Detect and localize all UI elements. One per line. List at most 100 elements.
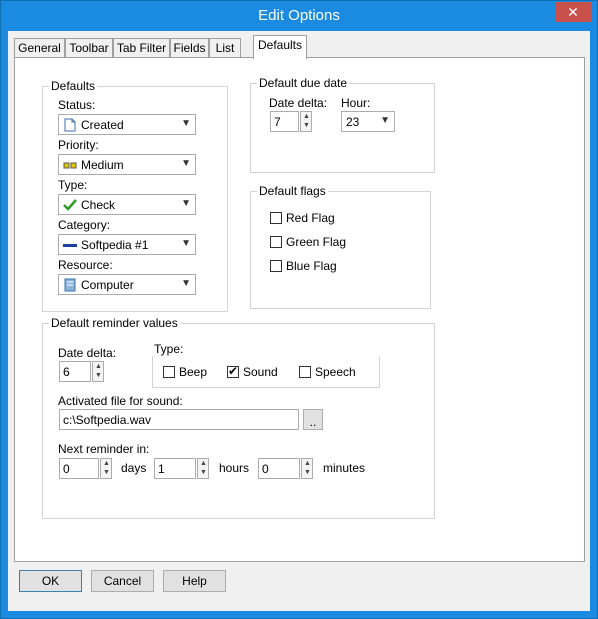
defaults-panel: Defaults Status: Created ▼ Priority: Med… — [14, 57, 585, 562]
chevron-down-icon: ▼ — [181, 118, 191, 129]
type-value: Check — [81, 198, 116, 212]
status-value: Created — [81, 118, 124, 132]
status-select[interactable]: Created ▼ — [58, 114, 196, 135]
hour-label: Hour: — [341, 96, 371, 110]
sound-checkbox[interactable]: ✔ — [227, 364, 239, 378]
document-icon — [64, 118, 76, 132]
dialog-client: General Toolbar Tab Filter Fields List D… — [8, 31, 590, 611]
due-date-group: Default due date Date delta: 7 ▲ ▼ Hour: … — [250, 76, 435, 173]
arrow-up-icon: ▲ — [95, 363, 102, 370]
checkmark-icon: ✔ — [228, 364, 239, 378]
arrow-down-icon: ▼ — [304, 469, 311, 476]
due-delta-value: 7 — [274, 115, 281, 129]
tab-list[interactable]: List — [209, 38, 241, 57]
dialog-window: Edit Options ✕ General Toolbar Tab Filte… — [0, 0, 598, 619]
hours-value: 1 — [158, 462, 165, 476]
arrow-down-icon: ▼ — [303, 122, 310, 129]
green-flag-label: Green Flag — [286, 235, 347, 249]
help-button[interactable]: Help — [163, 570, 226, 592]
category-value: Softpedia #1 — [81, 238, 149, 252]
minutes-spinner[interactable]: ▲ ▼ — [301, 458, 313, 479]
chevron-down-icon: ▼ — [380, 115, 390, 126]
arrow-up-icon: ▲ — [103, 460, 110, 467]
defaults-group: Defaults Status: Created ▼ Priority: Med… — [42, 79, 228, 312]
arrow-down-icon: ▼ — [200, 469, 207, 476]
close-button[interactable]: ✕ — [555, 2, 591, 22]
sound-file-value: c:\Softpedia.wav — [63, 413, 152, 427]
reminder-type-box: Beep ✔ Sound Speech — [152, 356, 380, 388]
beep-checkbox[interactable] — [163, 366, 175, 378]
chevron-down-icon: ▼ — [181, 278, 191, 289]
chevron-down-icon: ▼ — [181, 238, 191, 249]
days-spinner[interactable]: ▲ ▼ — [100, 458, 112, 479]
flags-group: Default flags Red Flag Green Flag Blue F… — [250, 184, 431, 309]
hours-label: hours — [219, 461, 250, 475]
minutes-input[interactable]: 0 — [258, 458, 300, 479]
green-flag-checkbox[interactable] — [270, 236, 282, 248]
arrow-down-icon: ▼ — [95, 372, 102, 379]
priority-label: Priority: — [58, 138, 99, 152]
hour-value: 23 — [346, 115, 360, 129]
category-color-icon — [63, 244, 77, 247]
hour-select[interactable]: 23 ▼ — [341, 111, 395, 132]
red-flag-label: Red Flag — [286, 211, 335, 225]
blue-flag-checkbox[interactable] — [270, 260, 282, 272]
category-label: Category: — [58, 218, 111, 232]
defaults-group-title: Defaults — [49, 79, 98, 93]
browse-button[interactable]: .. — [303, 409, 323, 430]
tab-defaults[interactable]: Defaults — [253, 35, 307, 59]
sound-label: Sound — [243, 365, 278, 379]
chevron-down-icon: ▼ — [181, 198, 191, 209]
speech-checkbox[interactable] — [299, 366, 311, 378]
priority-value: Medium — [81, 158, 124, 172]
cancel-button[interactable]: Cancel — [91, 570, 154, 592]
tab-general[interactable]: General — [14, 38, 65, 57]
sound-file-input[interactable]: c:\Softpedia.wav — [59, 409, 299, 430]
title-bar[interactable]: Edit Options ✕ — [1, 1, 597, 31]
category-select[interactable]: Softpedia #1 ▼ — [58, 234, 196, 255]
reminder-delta-value: 6 — [63, 365, 70, 379]
hours-input[interactable]: 1 — [154, 458, 196, 479]
arrow-up-icon: ▲ — [303, 113, 310, 120]
tab-fields[interactable]: Fields — [170, 38, 209, 57]
priority-select[interactable]: Medium ▼ — [58, 154, 196, 175]
check-icon — [63, 199, 77, 211]
minutes-value: 0 — [262, 462, 269, 476]
due-delta-label: Date delta: — [269, 96, 328, 110]
type-label: Type: — [58, 178, 88, 192]
reminder-delta-input[interactable]: 6 — [59, 361, 91, 382]
minutes-label: minutes — [323, 461, 366, 475]
due-delta-input[interactable]: 7 — [270, 111, 299, 132]
ok-button[interactable]: OK — [19, 570, 82, 592]
sound-file-label: Activated file for sound: — [58, 394, 183, 408]
days-input[interactable]: 0 — [59, 458, 99, 479]
days-label: days — [121, 461, 147, 475]
arrow-down-icon: ▼ — [103, 469, 110, 476]
hours-spinner[interactable]: ▲ ▼ — [197, 458, 209, 479]
tab-toolbar[interactable]: Toolbar — [65, 38, 113, 57]
computer-icon — [64, 278, 76, 292]
reminder-delta-label: Date delta: — [58, 346, 117, 360]
reminder-group: Default reminder values Date delta: 6 ▲ ▼… — [42, 316, 435, 519]
chevron-down-icon: ▼ — [181, 158, 191, 169]
priority-icon — [63, 162, 77, 169]
type-select[interactable]: Check ▼ — [58, 194, 196, 215]
resource-select[interactable]: Computer ▼ — [58, 274, 196, 295]
due-delta-spinner[interactable]: ▲ ▼ — [300, 111, 312, 132]
speech-label: Speech — [315, 365, 356, 379]
next-reminder-label: Next reminder in: — [58, 442, 150, 456]
status-label: Status: — [58, 98, 96, 112]
resource-value: Computer — [81, 278, 134, 292]
reminder-delta-spinner[interactable]: ▲ ▼ — [92, 361, 104, 382]
arrow-up-icon: ▲ — [200, 460, 207, 467]
flags-group-title: Default flags — [257, 184, 328, 198]
tab-tab-filter[interactable]: Tab Filter — [113, 38, 170, 57]
arrow-up-icon: ▲ — [304, 460, 311, 467]
blue-flag-label: Blue Flag — [286, 259, 337, 273]
days-value: 0 — [63, 462, 70, 476]
window-title: Edit Options — [258, 7, 340, 24]
reminder-type-label: Type: — [154, 342, 184, 356]
beep-label: Beep — [179, 365, 208, 379]
resource-label: Resource: — [58, 258, 113, 272]
red-flag-checkbox[interactable] — [270, 212, 282, 224]
